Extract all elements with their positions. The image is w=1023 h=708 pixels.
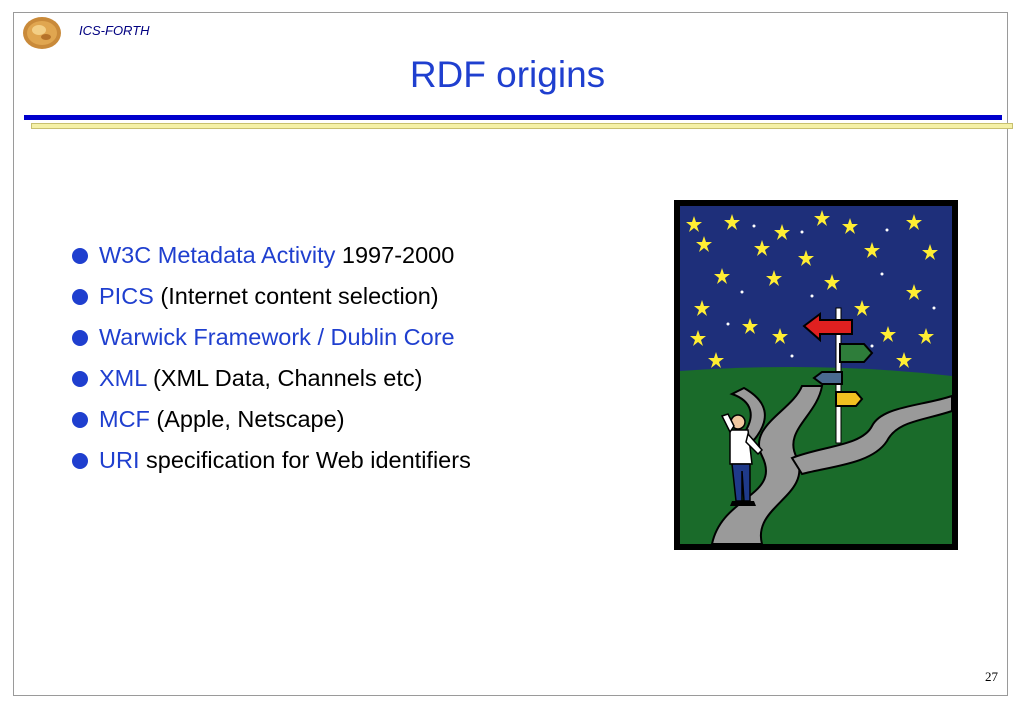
slide-title: RDF origins xyxy=(409,54,606,95)
bullet-item: Warwick Framework / Dublin Core xyxy=(72,317,471,358)
bullet-text: (XML Data, Channels etc) xyxy=(146,365,423,391)
bullet-text: (Internet content selection) xyxy=(153,283,439,309)
bullet-highlight: PICS xyxy=(99,283,154,309)
crossroads-signpost-clipart xyxy=(674,200,958,550)
bullet-item: W3C Metadata Activity 1997-2000 xyxy=(72,235,471,276)
bullet-dot-icon xyxy=(72,248,88,264)
bullet-highlight: XML xyxy=(99,365,147,391)
bullet-item: PICS (Internet content selection) xyxy=(72,276,471,317)
bullet-text: (Apple, Netscape) xyxy=(149,406,345,432)
bullet-dot-icon xyxy=(72,330,88,346)
ics-forth-logo-icon xyxy=(23,17,61,49)
bullet-list: W3C Metadata Activity 1997-2000 PICS (In… xyxy=(72,235,471,481)
bullet-text: 1997-2000 xyxy=(335,242,455,268)
organization-label: ICS-FORTH xyxy=(79,23,150,38)
title-rule-yellow xyxy=(31,123,1013,129)
bullet-dot-icon xyxy=(72,453,88,469)
page-number: 27 xyxy=(985,669,998,684)
bullet-item: XML (XML Data, Channels etc) xyxy=(72,358,471,399)
title-rule-blue xyxy=(24,115,1002,120)
bullet-item: MCF (Apple, Netscape) xyxy=(72,399,471,440)
bullet-dot-icon xyxy=(72,289,88,305)
bullet-item: URI specification for Web identifiers xyxy=(72,440,471,481)
bullet-highlight: URI xyxy=(99,447,140,473)
bullet-highlight: W3C Metadata Activity xyxy=(99,242,336,268)
bullet-highlight: Warwick Framework / Dublin Core xyxy=(99,324,455,350)
bullet-dot-icon xyxy=(72,412,88,428)
bullet-dot-icon xyxy=(72,371,88,387)
bullet-text: specification for Web identifiers xyxy=(139,447,471,473)
bullet-highlight: MCF xyxy=(99,406,150,432)
